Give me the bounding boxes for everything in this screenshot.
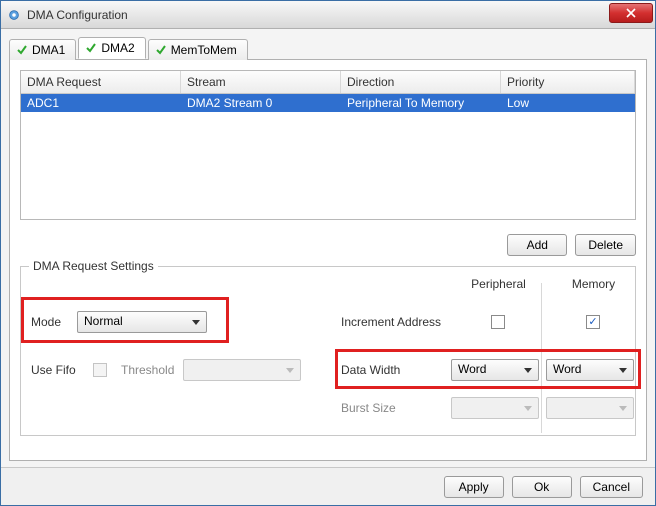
add-button[interactable]: Add <box>507 234 567 256</box>
check-icon <box>85 42 97 54</box>
col-header[interactable]: DMA Request <box>21 71 181 93</box>
cell-request: ADC1 <box>21 94 181 112</box>
group-legend: DMA Request Settings <box>29 259 158 273</box>
mode-value: Normal <box>84 314 123 328</box>
table-body: ADC1 DMA2 Stream 0 Peripheral To Memory … <box>21 94 635 219</box>
cell-direction: Peripheral To Memory <box>341 94 501 112</box>
dma-config-window: DMA Configuration DMA1 DMA2 MemToMem DM <box>0 0 656 506</box>
tab-memtomem[interactable]: MemToMem <box>148 39 248 60</box>
datawidth-peripheral-select[interactable]: Word <box>451 359 539 381</box>
threshold-select <box>183 359 301 381</box>
tab-panel: DMA Request Stream Direction Priority AD… <box>9 59 647 461</box>
threshold-label: Threshold <box>121 363 174 377</box>
titlebar: DMA Configuration <box>1 1 655 29</box>
increment-peripheral-checkbox[interactable] <box>491 315 505 329</box>
ok-button[interactable]: Ok <box>512 476 572 498</box>
increment-label: Increment Address <box>341 315 441 329</box>
usefifo-checkbox[interactable] <box>93 363 107 377</box>
tab-dma2[interactable]: DMA2 <box>78 37 145 59</box>
cell-stream: DMA2 Stream 0 <box>181 94 341 112</box>
burst-label: Burst Size <box>341 401 396 415</box>
col-header[interactable]: Stream <box>181 71 341 93</box>
dma-table[interactable]: DMA Request Stream Direction Priority AD… <box>20 70 636 220</box>
delete-button[interactable]: Delete <box>575 234 636 256</box>
content-area: DMA1 DMA2 MemToMem DMA Request Stream Di… <box>1 29 655 467</box>
dma-request-settings-group: DMA Request Settings Peripheral Memory M… <box>20 266 636 436</box>
datawidth-label: Data Width <box>341 363 400 377</box>
datawidth-peripheral-value: Word <box>458 362 486 376</box>
col-memory-header: Memory <box>546 277 641 291</box>
increment-memory-checkbox[interactable] <box>586 315 600 329</box>
table-buttons: Add Delete <box>20 234 636 256</box>
usefifo-label: Use Fifo <box>31 363 76 377</box>
check-icon <box>16 44 28 56</box>
cell-priority: Low <box>501 94 635 112</box>
close-button[interactable] <box>609 3 653 23</box>
tabstrip: DMA1 DMA2 MemToMem <box>9 35 647 59</box>
col-peripheral-header: Peripheral <box>451 277 546 291</box>
table-row[interactable]: ADC1 DMA2 Stream 0 Peripheral To Memory … <box>21 94 635 112</box>
apply-button[interactable]: Apply <box>444 476 504 498</box>
col-header[interactable]: Priority <box>501 71 635 93</box>
tab-label: MemToMem <box>171 43 237 57</box>
col-header[interactable]: Direction <box>341 71 501 93</box>
close-icon <box>626 8 636 18</box>
mode-select[interactable]: Normal <box>77 311 207 333</box>
tab-label: DMA1 <box>32 43 65 57</box>
burst-memory-select <box>546 397 634 419</box>
datawidth-memory-select[interactable]: Word <box>546 359 634 381</box>
burst-peripheral-select <box>451 397 539 419</box>
column-divider <box>541 283 542 433</box>
mode-label: Mode <box>31 315 61 329</box>
gear-icon <box>7 8 21 22</box>
datawidth-memory-value: Word <box>553 362 581 376</box>
window-title: DMA Configuration <box>27 8 128 22</box>
tab-label: DMA2 <box>101 41 134 55</box>
table-header: DMA Request Stream Direction Priority <box>21 71 635 94</box>
dialog-footer: Apply Ok Cancel <box>1 467 655 505</box>
check-icon <box>155 44 167 56</box>
tab-dma1[interactable]: DMA1 <box>9 39 76 60</box>
cancel-button[interactable]: Cancel <box>580 476 643 498</box>
